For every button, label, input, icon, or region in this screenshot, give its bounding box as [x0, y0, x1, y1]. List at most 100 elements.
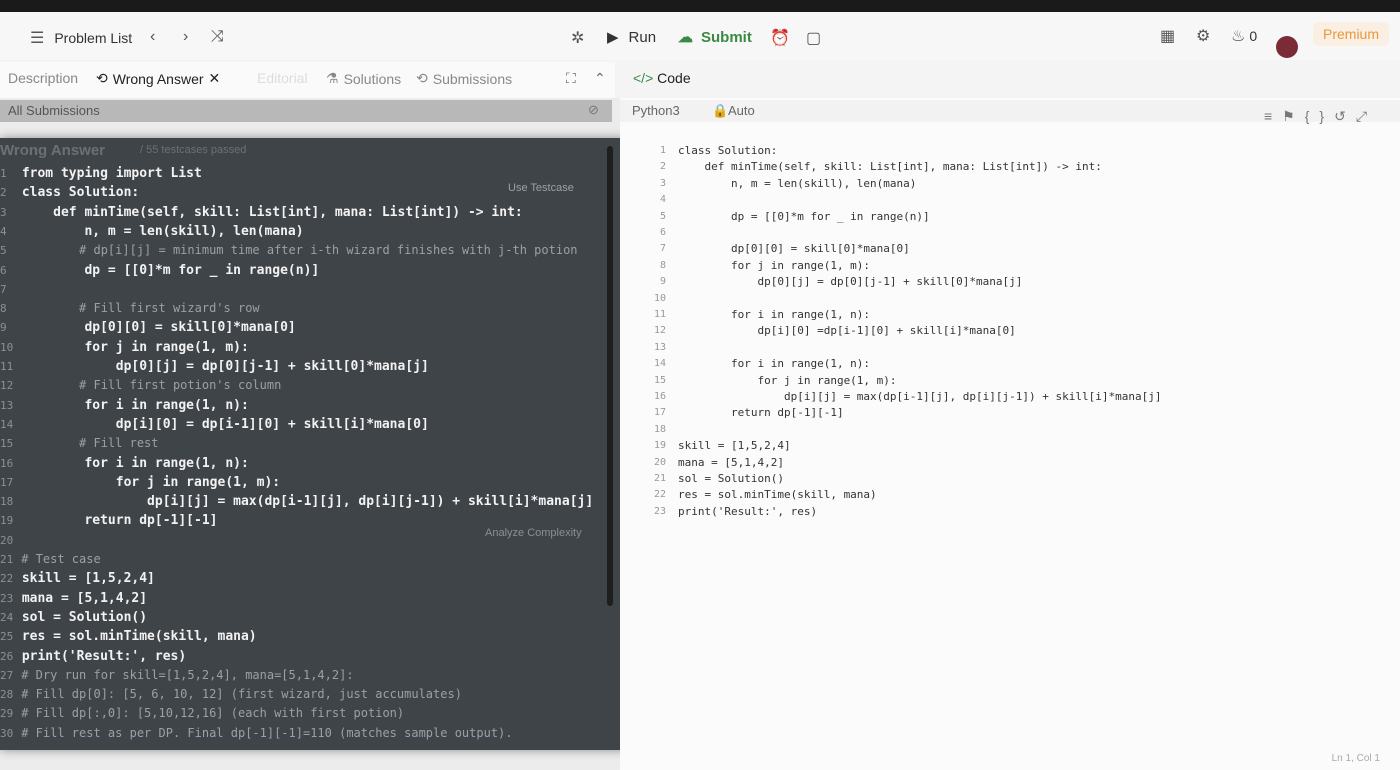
editor-code-line[interactable]: sol = Solution() — [678, 472, 784, 485]
line-number: 17 — [0, 475, 14, 489]
code-text: res = sol.minTime(skill, mana) — [14, 629, 257, 645]
overlay-code-line: 25 res = sol.minTime(skill, mana) — [0, 629, 257, 644]
bookmark-icon[interactable]: ⚑ — [1282, 108, 1305, 124]
language-select[interactable]: Python3 — [632, 103, 680, 118]
tab-solutions[interactable]: ⚗ Solutions — [326, 70, 401, 87]
code-text: # Fill first potion's column — [14, 378, 282, 393]
editor-code-line[interactable]: print('Result:', res) — [678, 505, 817, 518]
tab-editorial[interactable]: Editorial — [257, 70, 308, 86]
code-editor[interactable] — [620, 98, 1400, 770]
editor-code-line[interactable]: dp[0][j] = dp[0][j-1] + skill[0]*mana[j] — [678, 275, 1022, 288]
use-testcase-button[interactable]: Use Testcase — [508, 182, 574, 194]
code-text: for i in range(1, n): — [14, 455, 249, 471]
code-text: # Fill dp[0]: [5, 6, 10, 12] (first wiza… — [14, 687, 462, 702]
tab-code[interactable]: </> Code — [633, 70, 691, 86]
overlay-code-line: 30 # Fill rest as per DP. Final dp[-1][-… — [0, 726, 513, 740]
line-number: 5 — [0, 244, 7, 258]
editor-code-line[interactable]: for i in range(1, n): — [678, 308, 870, 321]
share-icon[interactable]: ⊘ — [588, 102, 599, 118]
overlay-code-line: 11 dp[0][j] = dp[0][j-1] + skill[0]*mana… — [0, 359, 429, 374]
editor-code-line[interactable]: dp = [[0]*m for _ in range(n)] — [678, 210, 930, 223]
chevron-right-icon[interactable]: › — [183, 28, 188, 46]
overlay-scrollbar[interactable] — [607, 146, 613, 606]
code-text: # Dry run for skill=[1,5,2,4], mana=[5,1… — [14, 667, 354, 682]
editor-line-number: 21 — [653, 473, 666, 484]
format-icon[interactable]: ≡ — [1264, 108, 1282, 124]
line-number: 27 — [0, 668, 14, 682]
code-text: # Fill dp[:,0]: [5,10,12,16] (each with … — [14, 706, 405, 721]
tab-description[interactable]: Description — [8, 70, 78, 86]
submit-button[interactable]: ☁ Submit — [678, 28, 752, 47]
editor-line-number: 2 — [659, 161, 666, 173]
chevron-up-icon[interactable]: ⌃ — [594, 70, 606, 87]
problem-list-button[interactable]: ☰ Problem List — [30, 28, 132, 48]
editor-code-line[interactable]: class Solution: — [678, 144, 777, 157]
maximize-icon[interactable]: ⛶ — [566, 70, 576, 87]
line-number: 2 — [0, 186, 7, 200]
tab-wrong-answer[interactable]: ⟲ Wrong Answer ✕ — [96, 70, 220, 87]
editor-line-number: 12 — [653, 325, 666, 337]
expand-icon[interactable]: ⤢ — [1356, 108, 1377, 124]
line-number: 28 — [0, 688, 14, 702]
editor-code-line[interactable]: dp[i][0] =dp[i-1][0] + skill[i]*mana[0] — [678, 324, 1015, 337]
tab-solutions-label: Solutions — [343, 70, 402, 87]
note-icon[interactable]: ▢ — [806, 28, 821, 48]
line-number: 26 — [0, 649, 14, 663]
line-number: 7 — [0, 282, 7, 296]
shuffle-icon[interactable]: ⤨ — [211, 28, 224, 46]
reset-icon[interactable]: ↺ — [1334, 108, 1356, 124]
alarm-icon[interactable]: ⏰ — [770, 28, 790, 48]
editor-code-line[interactable]: return dp[-1][-1] — [678, 406, 844, 419]
editor-code-line[interactable]: for i in range(1, n): — [678, 357, 870, 370]
editor-code-line[interactable]: skill = [1,5,2,4] — [678, 439, 791, 452]
braces-icon[interactable]: {} — [1305, 108, 1334, 124]
editor-code-line[interactable]: n, m = len(skill), len(mana) — [678, 177, 916, 190]
line-number: 22 — [0, 572, 14, 586]
line-number: 21 — [0, 553, 14, 566]
layout-icon[interactable]: ▦ — [1160, 26, 1175, 46]
tab-submissions[interactable]: ⟲ Submissions — [416, 70, 512, 87]
chevron-left-icon[interactable]: ‹ — [150, 28, 155, 46]
editor-icons: ≡⚑{}↺⤢ — [1264, 108, 1377, 125]
overlay-code-line: 6 dp = [[0]*m for _ in range(n)] — [0, 263, 319, 278]
code-text: dp = [[0]*m for _ in range(n)] — [14, 262, 320, 278]
avatar[interactable] — [1276, 36, 1298, 58]
overlay-code-line: 20 — [0, 533, 22, 548]
debug-icon[interactable]: ✲ — [571, 28, 584, 48]
premium-button[interactable]: Premium — [1313, 22, 1390, 46]
code-text: class Solution: — [14, 185, 140, 201]
line-number: 24 — [0, 610, 14, 624]
overlay-code-line: 28 # Fill dp[0]: [5, 6, 10, 12] (first w… — [0, 687, 462, 701]
close-icon[interactable]: ✕ — [209, 70, 221, 87]
mode-label[interactable]: Auto — [728, 103, 755, 118]
overlay-code-line: 16 for i in range(1, n): — [0, 456, 249, 471]
editor-line-number: 20 — [653, 456, 666, 468]
overlay-code-line: 14 dp[i][0] = dp[i-1][0] + skill[i]*mana… — [0, 417, 429, 432]
editor-code-line[interactable]: mana = [5,1,4,2] — [678, 456, 784, 469]
code-text: # Fill rest — [14, 436, 159, 451]
overlay-code-line: 10 for j in range(1, m): — [0, 340, 249, 355]
editor-line-number: 15 — [653, 374, 666, 386]
code-text: for j in range(1, m): — [14, 474, 281, 490]
overlay-code-line: 27 # Dry run for skill=[1,5,2,4], mana=[… — [0, 668, 354, 682]
editor-line-number: 8 — [659, 259, 666, 271]
all-submissions-link[interactable]: All Submissions — [8, 103, 100, 118]
overlay-code-line: 22 skill = [1,5,2,4] — [0, 571, 155, 586]
code-text: def minTime(self, skill: List[int], mana… — [14, 204, 523, 220]
editor-code-line[interactable]: for j in range(1, m): — [678, 259, 870, 272]
line-number: 4 — [0, 224, 7, 238]
gear-icon[interactable]: ⚙ — [1196, 26, 1210, 46]
editor-code-line[interactable]: dp[0][0] = skill[0]*mana[0] — [678, 242, 910, 255]
editor-line-number: 4 — [659, 194, 666, 206]
editor-code-line[interactable]: def minTime(self, skill: List[int], mana… — [678, 160, 1101, 173]
overlay-code-line: 4 n, m = len(skill), len(mana) — [0, 224, 304, 239]
analyze-complexity-button[interactable]: Analyze Complexity — [485, 527, 582, 539]
streak-counter[interactable]: ♨ 0 — [1231, 26, 1257, 46]
editor-line-number: 11 — [653, 309, 666, 320]
overlay-code-line: 1 from typing import List — [0, 166, 202, 181]
editor-code-line[interactable]: res = sol.minTime(skill, mana) — [678, 488, 877, 501]
editor-code-line[interactable]: dp[i][j] = max(dp[i-1][j], dp[i][j-1]) +… — [678, 390, 1162, 403]
editor-code-line[interactable]: for j in range(1, m): — [678, 374, 896, 387]
run-button[interactable]: ▶ Run — [607, 28, 656, 47]
